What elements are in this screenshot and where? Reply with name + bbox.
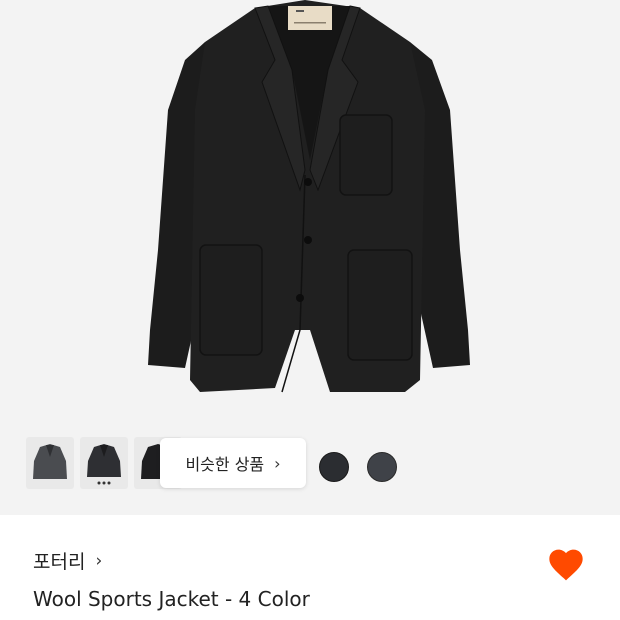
heart-icon[interactable] (546, 545, 586, 585)
similar-products-label: 비슷한 상품 (185, 455, 265, 474)
dark-grey-jacket-thumb (87, 444, 121, 485)
product-image-gallery[interactable]: 비슷한 상품 › (0, 0, 620, 515)
brand-name: 포터리 (33, 551, 86, 573)
thumbnail-charcoal[interactable] (26, 437, 74, 489)
color-swatch-2[interactable] (367, 452, 397, 482)
charcoal-jacket-thumb (33, 444, 67, 479)
chevron-right-icon: › (95, 550, 103, 571)
similar-products-button[interactable]: 비슷한 상품 › (160, 438, 306, 488)
chevron-right-icon: › (274, 453, 281, 473)
thumbnail-dark-grey[interactable] (80, 437, 128, 489)
color-swatch-1[interactable] (319, 452, 349, 482)
product-title: Wool Sports Jacket - 4 Color (33, 587, 310, 611)
brand-link[interactable]: 포터리 › (33, 547, 102, 574)
